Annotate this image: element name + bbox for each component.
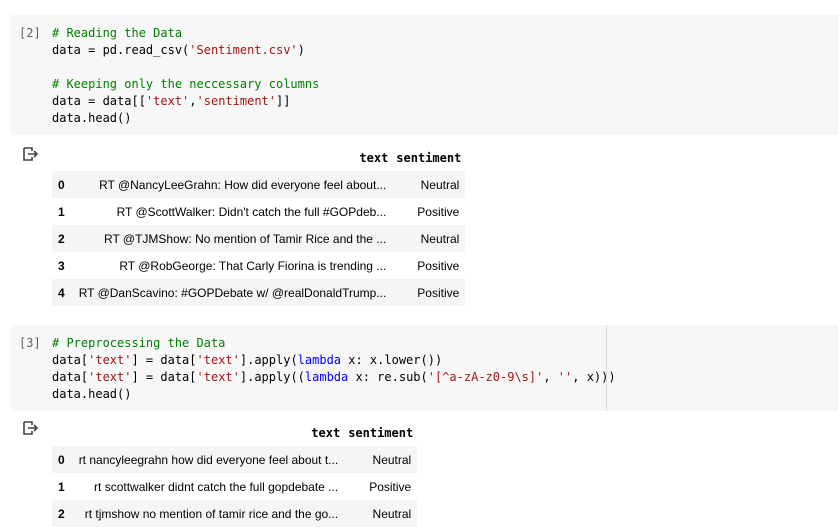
code-line: # Reading the Data xyxy=(52,25,319,42)
column-header-text: text xyxy=(359,150,389,165)
code-token: , xyxy=(543,370,558,384)
table-row: 1 rt scottwalker didnt catch the full gop… xyxy=(52,473,417,500)
text-cell: rt scottwalker didnt catch the full gopd… xyxy=(94,479,339,494)
sentiment-cell: Neutral xyxy=(392,171,466,198)
table-row: 0 rt nancyleegrahn how did everyone feel … xyxy=(52,446,418,473)
code-line: data = data[['text','sentiment']] xyxy=(52,93,319,110)
row-index: 3 xyxy=(58,258,65,273)
code-token: data = data[[ xyxy=(52,94,146,108)
code-token: data[ xyxy=(52,353,89,367)
row-index: 2 xyxy=(52,225,73,252)
table-row: 3 RT @RobGeorge: That Carly Fiorina is tr… xyxy=(52,252,465,279)
code-token: data.head() xyxy=(52,387,132,401)
code-token: 'text' xyxy=(145,94,190,108)
code-token: ].apply(( xyxy=(239,370,305,384)
table-header-row: text sentiment xyxy=(52,144,465,171)
code-line: data.head() xyxy=(52,110,319,127)
text-cell: RT @ScottWalker: Didn't catch the full #… xyxy=(116,204,387,219)
row-index: 0 xyxy=(52,446,73,473)
code-token: 'Sentiment.csv' xyxy=(189,43,298,57)
code-token: 'sentiment' xyxy=(196,94,276,108)
code-line: data.head() xyxy=(52,386,616,403)
code-token: ] = data[ xyxy=(131,353,197,367)
sentiment-cell: Positive xyxy=(392,279,466,306)
table-row: 2 rt tjmshow no mention of tamir rice and… xyxy=(52,500,418,527)
output-arrow-icon[interactable] xyxy=(23,147,39,161)
code-token: 'text' xyxy=(88,353,132,367)
index-header xyxy=(52,144,73,171)
output-arrow-icon[interactable] xyxy=(23,421,39,435)
text-cell: rt nancyleegrahn how did everyone feel a… xyxy=(72,446,345,473)
code-token: , xyxy=(189,94,197,108)
column-header-text: text xyxy=(311,425,341,440)
cell-prompt: [3] xyxy=(19,336,41,350)
code-line: data['text'] = data['text'].apply((lambd… xyxy=(52,369,616,386)
code-token: data.head() xyxy=(52,111,132,125)
code-token: ].apply( xyxy=(239,353,298,367)
row-index: 1 xyxy=(58,204,65,219)
table-row: 1 RT @ScottWalker: Didn't catch the full … xyxy=(52,198,465,225)
code-token: # Reading the Data xyxy=(52,26,183,40)
code-line: data['text'] = data['text'].apply(lambda… xyxy=(52,352,616,369)
text-cell: RT @NancyLeeGrahn: How did everyone feel… xyxy=(72,171,393,198)
column-header-sentiment: sentiment xyxy=(396,150,462,165)
code-line: data = pd.read_csv('Sentiment.csv') xyxy=(52,42,319,59)
sentiment-cell: Positive xyxy=(417,204,460,219)
code-editor[interactable]: # Preprocessing the Data data['text'] = d… xyxy=(52,335,616,403)
code-token: ] = data[ xyxy=(131,370,197,384)
code-token: data[ xyxy=(52,370,89,384)
sentiment-cell: Neutral xyxy=(392,225,466,252)
cell-prompt: [2] xyxy=(19,26,41,40)
code-token: '' xyxy=(557,370,573,384)
code-token: '[^a-zA-z0-9\s]' xyxy=(427,370,544,384)
cell-divider xyxy=(606,325,607,411)
code-token: lambda xyxy=(304,370,349,384)
code-cell-3[interactable]: [3] # Preprocessing the Data data['text']… xyxy=(11,325,838,411)
code-token: 'text' xyxy=(88,370,132,384)
sentiment-cell: Positive xyxy=(369,479,412,494)
code-token: lambda xyxy=(297,353,342,367)
code-token: x: x.lower()) xyxy=(341,353,443,367)
code-token: data = pd.read_csv( xyxy=(52,43,190,57)
sentiment-cell: Positive xyxy=(417,258,460,273)
row-index: 2 xyxy=(52,500,73,527)
code-token: , x))) xyxy=(572,370,616,384)
code-token: ]] xyxy=(276,94,291,108)
code-line: # Keeping only the neccessary columns xyxy=(52,76,319,93)
code-line: # Preprocessing the Data xyxy=(52,335,616,352)
code-token: 'text' xyxy=(196,370,240,384)
row-index: 1 xyxy=(58,479,65,494)
sentiment-cell: Neutral xyxy=(344,446,418,473)
text-cell: RT @DanScavino: #GOPDebate w/ @realDonal… xyxy=(72,279,393,306)
table-row: 2 RT @TJMShow: No mention of Tamir Rice a… xyxy=(52,225,466,252)
table-row: 0 RT @NancyLeeGrahn: How did everyone fee… xyxy=(52,171,466,198)
table-row: 4 RT @DanScavino: #GOPDebate w/ @realDona… xyxy=(52,279,466,306)
row-index: 4 xyxy=(52,279,73,306)
code-token: x: re.sub( xyxy=(348,370,428,384)
dataframe-output-3: text sentiment 0 rt nancyleegrahn how did e… xyxy=(52,419,418,527)
code-editor[interactable]: # Reading the Data data = pd.read_csv('Se… xyxy=(52,25,319,127)
text-cell: rt tjmshow no mention of tamir rice and … xyxy=(72,500,345,527)
code-token: 'text' xyxy=(196,353,240,367)
code-token: ) xyxy=(297,43,305,57)
dataframe-output-2: text sentiment 0 RT @NancyLeeGrahn: How did… xyxy=(52,144,466,306)
index-header xyxy=(52,419,73,446)
code-token: # Keeping only the neccessary columns xyxy=(52,77,320,91)
column-header-sentiment: sentiment xyxy=(348,425,414,440)
text-cell: RT @TJMShow: No mention of Tamir Rice an… xyxy=(72,225,393,252)
sentiment-cell: Neutral xyxy=(344,500,418,527)
text-cell: RT @RobGeorge: That Carly Fiorina is tre… xyxy=(119,258,387,273)
code-token: # Preprocessing the Data xyxy=(52,336,226,350)
code-cell-2[interactable]: [2] # Reading the Data data = pd.read_csv… xyxy=(11,15,838,135)
table-header-row: text sentiment xyxy=(52,419,417,446)
row-index: 0 xyxy=(52,171,73,198)
